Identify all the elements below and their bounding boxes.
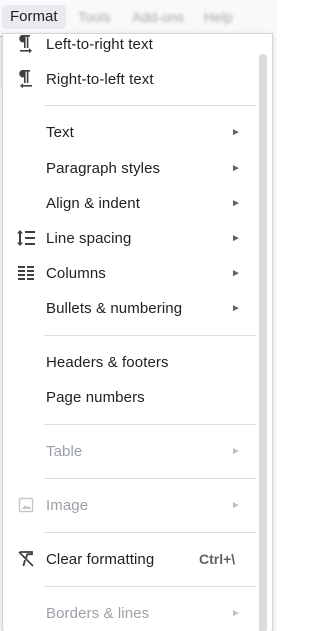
menu-separator: [44, 478, 256, 479]
menu-item-label: Headers & footers: [46, 353, 169, 371]
menu-item-table: Table ►: [3, 435, 261, 467]
submenu-arrow-icon: ►: [231, 267, 241, 279]
submenu-arrow-icon: ►: [231, 445, 241, 457]
menu-item-text[interactable]: Text ►: [3, 116, 261, 148]
menu-separator: [44, 424, 256, 425]
rtl-text-icon: [16, 69, 36, 89]
menu-separator: [44, 335, 256, 336]
menu-item-borders-lines: Borders & lines ►: [3, 597, 261, 629]
menu-item-paragraph-styles[interactable]: Paragraph styles ►: [3, 152, 261, 184]
menu-item-columns[interactable]: Columns ►: [3, 257, 261, 289]
menu-item-page-numbers[interactable]: Page numbers: [3, 381, 261, 413]
menu-separator: [44, 532, 256, 533]
image-icon: [16, 495, 36, 515]
menu-item-clear-formatting[interactable]: Clear formatting Ctrl+\: [3, 543, 261, 575]
menu-item-label: Columns: [46, 264, 106, 282]
menu-item-line-spacing[interactable]: Line spacing ►: [3, 222, 261, 254]
line-spacing-icon: [16, 228, 36, 248]
menu-help[interactable]: Help: [196, 5, 241, 29]
menu-item-label: Table: [46, 442, 83, 460]
menu-item-label: Borders & lines: [46, 604, 150, 622]
submenu-arrow-icon: ►: [231, 162, 241, 174]
menu-item-label: Page numbers: [46, 388, 145, 406]
ltr-text-icon: [16, 34, 36, 54]
menu-item-image: Image ►: [3, 489, 261, 521]
menu-tools[interactable]: Tools: [70, 5, 119, 29]
menu-separator: [44, 586, 256, 587]
shortcut-label: Ctrl+\: [199, 551, 236, 567]
format-menu-dropdown: Left-to-right text Right-to-left text Te…: [2, 33, 273, 631]
menu-item-label: Image: [46, 496, 89, 514]
menu-item-label: Left-to-right text: [46, 35, 153, 53]
menu-item-headers-footers[interactable]: Headers & footers: [3, 346, 261, 378]
menu-item-bullets-numbering[interactable]: Bullets & numbering ►: [3, 292, 261, 324]
submenu-arrow-icon: ►: [231, 607, 241, 619]
menu-format[interactable]: Format: [2, 5, 66, 29]
menu-item-label: Clear formatting: [46, 550, 155, 568]
clear-formatting-icon: [16, 549, 36, 569]
menu-item-label: Bullets & numbering: [46, 299, 183, 317]
menu-item-right-to-left-text[interactable]: Right-to-left text: [3, 63, 261, 95]
submenu-arrow-icon: ►: [231, 499, 241, 511]
menu-item-label: Align & indent: [46, 194, 140, 212]
menu-item-label: Paragraph styles: [46, 159, 161, 177]
menu-add-ons[interactable]: Add-ons: [124, 5, 192, 29]
submenu-arrow-icon: ►: [231, 302, 241, 314]
menu-separator: [44, 105, 256, 106]
submenu-arrow-icon: ►: [231, 232, 241, 244]
submenu-arrow-icon: ►: [231, 126, 241, 138]
submenu-arrow-icon: ►: [231, 197, 241, 209]
menu-item-label: Right-to-left text: [46, 70, 154, 88]
columns-icon: [16, 263, 36, 283]
menu-item-label: Line spacing: [46, 229, 132, 247]
menu-item-left-to-right-text[interactable]: Left-to-right text: [3, 28, 261, 60]
menu-item-align-indent[interactable]: Align & indent ►: [3, 187, 261, 219]
menu-item-label: Text: [46, 123, 74, 141]
